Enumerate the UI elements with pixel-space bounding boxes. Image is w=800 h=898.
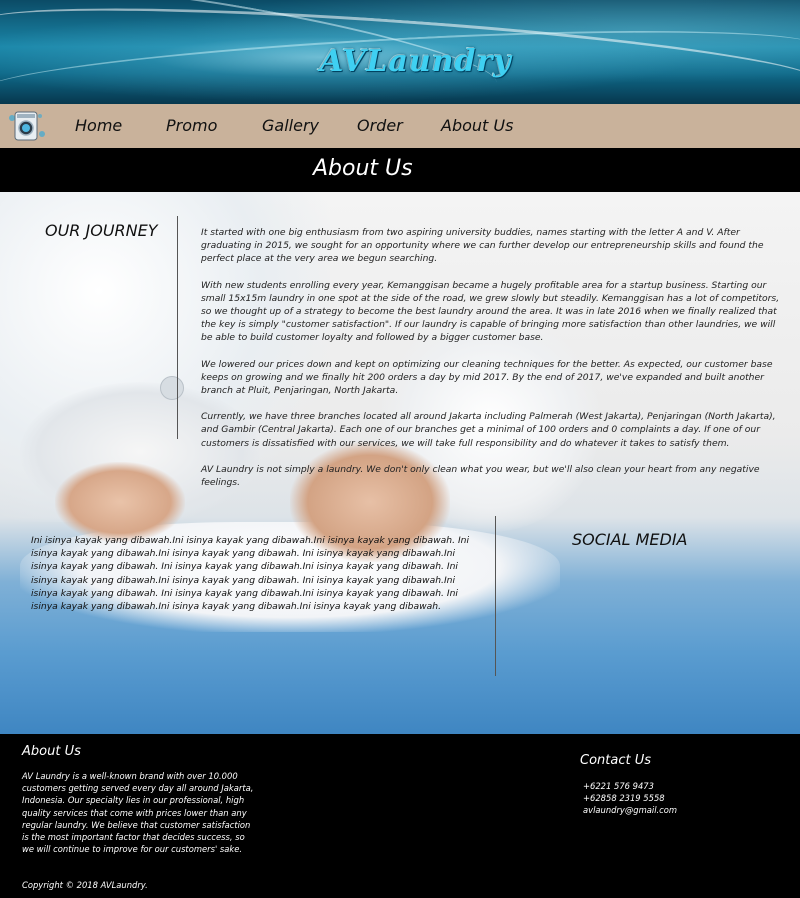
brand-logo[interactable]: AVLaundry	[320, 44, 512, 79]
hero-section: OUR JOURNEY It started with one big enth…	[0, 192, 800, 734]
divider	[177, 216, 178, 439]
journey-paragraph: We lowered our prices down and kept on o…	[201, 358, 773, 397]
journey-paragraph: It started with one big enthusiasm from …	[201, 227, 764, 265]
contact-phone[interactable]: +62858 2319 5558	[583, 792, 665, 804]
journey-paragraph: AV Laundry is not simply a laundry. We d…	[201, 463, 760, 489]
title-bar: About Us	[0, 148, 800, 192]
journey-paragraph: With new students enrolling every year, …	[201, 279, 780, 344]
contact-email[interactable]: avlaundry@gmail.com	[583, 804, 677, 816]
nav-home[interactable]: Home	[75, 116, 122, 135]
copyright: Copyright © 2018 AVLaundry.	[22, 880, 148, 890]
nav-gallery[interactable]: Gallery	[262, 116, 319, 135]
header-banner: AVLaundry	[0, 0, 800, 104]
journey-heading: OUR JOURNEY	[45, 221, 158, 240]
background-photo	[160, 376, 184, 400]
divider	[495, 516, 496, 676]
journey-text: It started with one big enthusiasm from …	[201, 226, 789, 502]
contact-phone[interactable]: +6221 576 9473	[583, 780, 654, 792]
nav-about-us[interactable]: About Us	[441, 116, 513, 135]
footer-contact-title: Contact Us	[580, 753, 651, 768]
footer-about-text: AV Laundry is a well-known brand with ov…	[22, 771, 254, 855]
washing-machine-icon[interactable]	[4, 108, 48, 144]
placeholder-text: Ini isinya kayak yang dibawah.Ini isinya…	[31, 535, 470, 613]
journey-paragraph: Currently, we have three branches locate…	[201, 411, 776, 449]
nav-promo[interactable]: Promo	[166, 116, 217, 135]
footer-about-title: About Us	[22, 744, 81, 759]
social-media-heading: SOCIAL MEDIA	[572, 530, 688, 549]
footer: About Us AV Laundry is a well-known bran…	[0, 734, 800, 898]
nav-order[interactable]: Order	[357, 116, 403, 135]
background-photo	[55, 462, 185, 542]
navbar: Home Promo Gallery Order About Us	[0, 104, 800, 148]
page-title: About Us	[313, 156, 413, 181]
